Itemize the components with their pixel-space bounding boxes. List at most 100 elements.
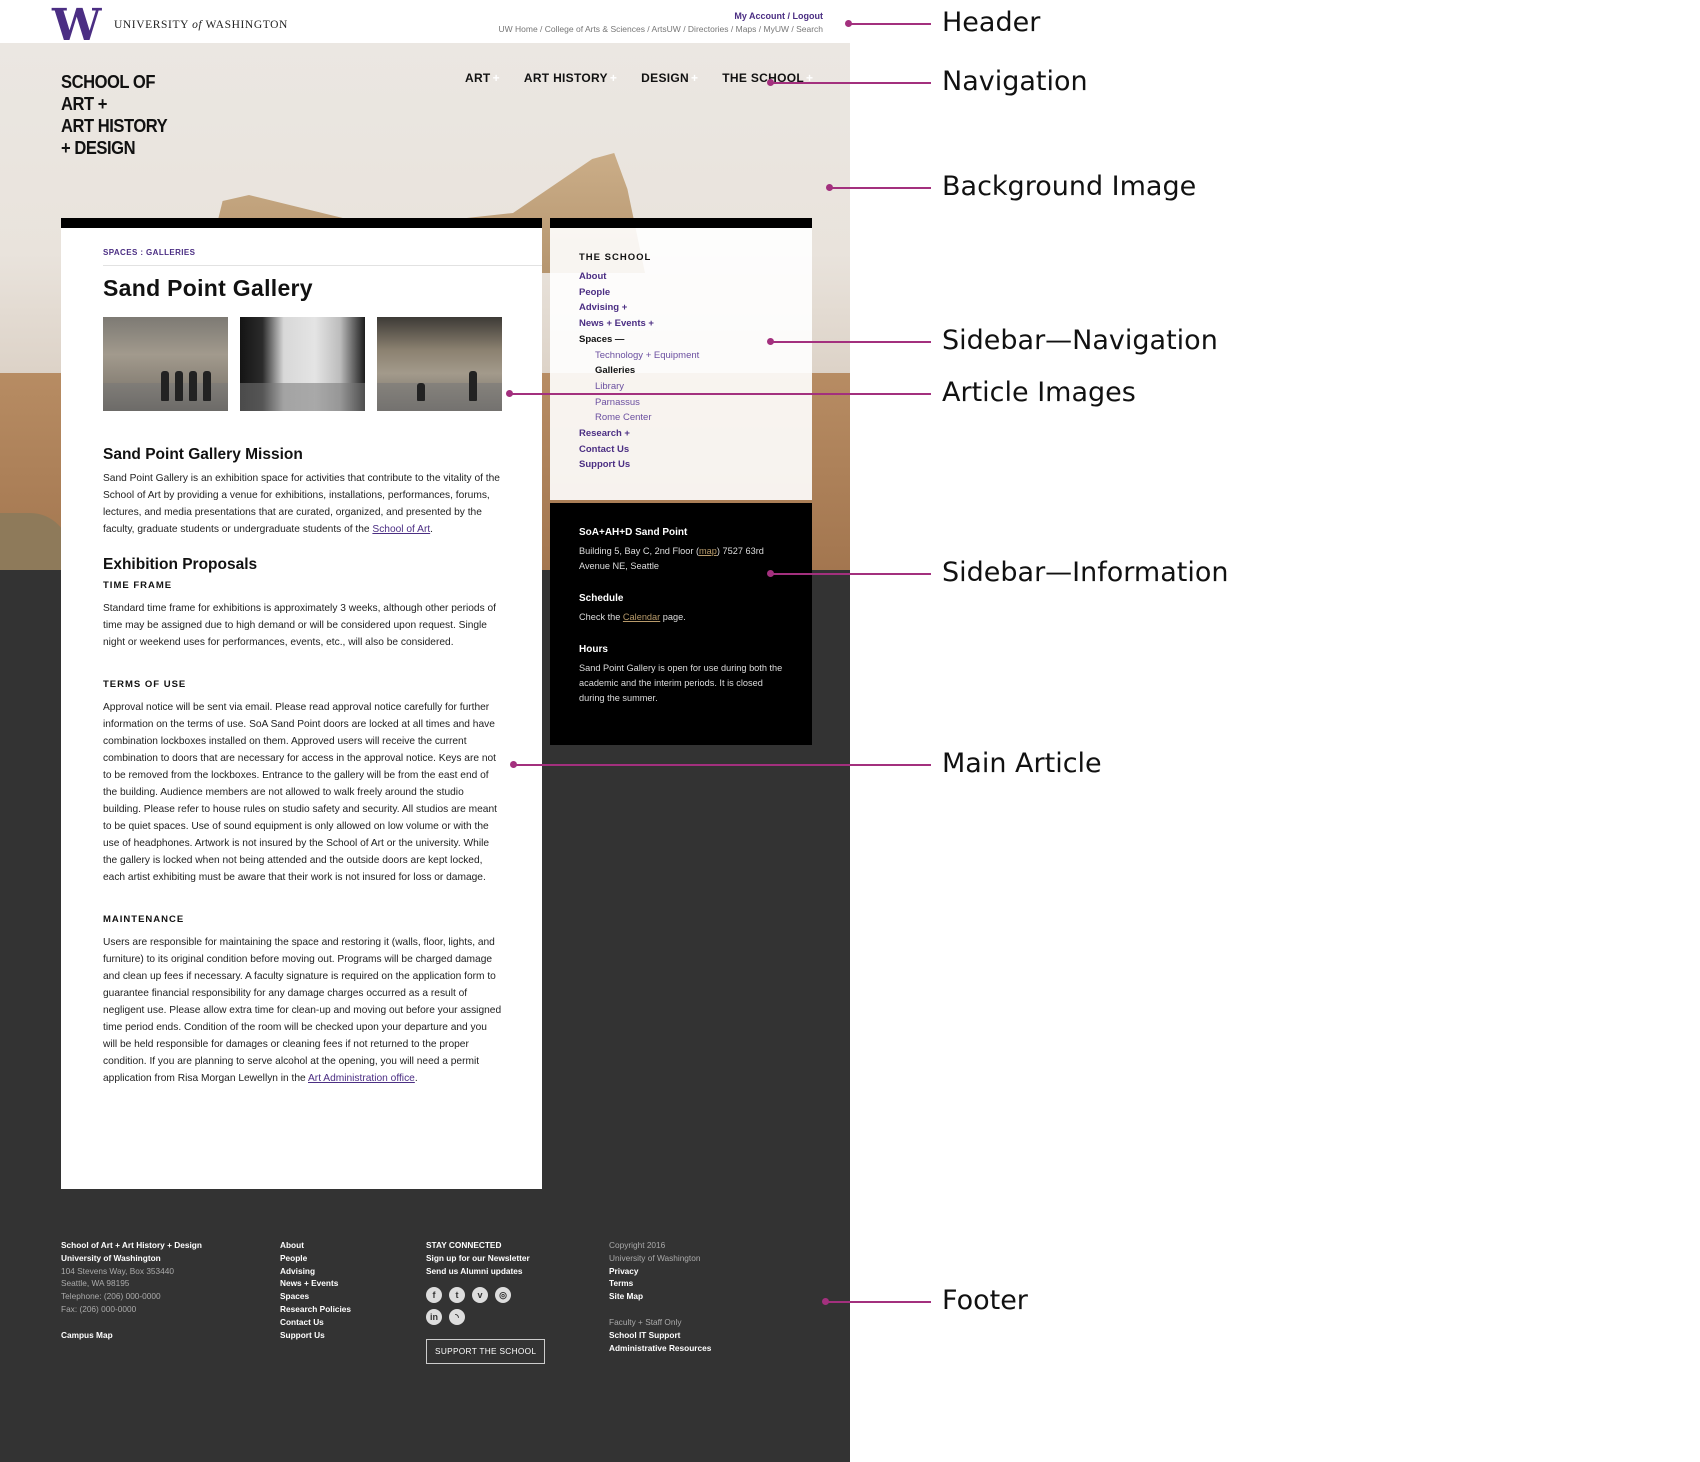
- footer-link[interactable]: About: [280, 1239, 351, 1252]
- footer-link[interactable]: Research Policies: [280, 1303, 351, 1316]
- footer-link[interactable]: Support Us: [280, 1329, 351, 1342]
- campus-map-link[interactable]: Campus Map: [61, 1329, 202, 1342]
- footer-link[interactable]: Contact Us: [280, 1316, 351, 1329]
- annotation-line: [516, 764, 931, 766]
- gallery-photo[interactable]: [240, 317, 365, 411]
- footer-link[interactable]: Spaces: [280, 1290, 351, 1303]
- faculty-staff-label: Faculty + Staff Only: [609, 1316, 682, 1327]
- article-body: Sand Point Gallery Mission Sand Point Ga…: [103, 446, 503, 1087]
- photo-figure: [203, 371, 211, 401]
- footer-address-line: 104 Stevens Way, Box 353440: [61, 1265, 175, 1276]
- uw-logo-icon[interactable]: W: [52, 4, 102, 48]
- sidebar-subitem-rome[interactable]: Rome Center: [579, 410, 812, 426]
- photo-figure: [161, 371, 169, 401]
- proposals-heading: Exhibition Proposals: [103, 556, 258, 573]
- main-navigation: ART + ART HISTORY + DESIGN + THE SCHOOL +: [465, 71, 813, 85]
- nav-label: DESIGN: [641, 71, 689, 85]
- facebook-icon[interactable]: f: [426, 1287, 442, 1304]
- timeframe-heading: TIME FRAME: [103, 580, 173, 591]
- vimeo-icon[interactable]: v: [472, 1287, 488, 1304]
- newsletter-link[interactable]: Sign up for our Newsletter: [426, 1252, 545, 1265]
- footer-social-column: STAY CONNECTED Sign up for our Newslette…: [426, 1239, 546, 1365]
- gallery-photo[interactable]: [377, 317, 502, 411]
- nav-item-design[interactable]: DESIGN +: [641, 71, 698, 85]
- terms-text: Approval notice will be sent via email. …: [103, 702, 497, 883]
- sidebar-item-people[interactable]: People: [579, 285, 812, 301]
- sidebar-item-research[interactable]: Research +: [579, 426, 812, 442]
- gallery-photo[interactable]: [103, 317, 228, 411]
- it-support-link[interactable]: School IT Support: [609, 1329, 711, 1342]
- social-icons: f t v ◎ in ◝: [426, 1287, 516, 1326]
- footer-legal-column: Copyright 2016 University of Washington …: [609, 1239, 711, 1354]
- rss-icon[interactable]: ◝: [449, 1309, 465, 1326]
- alumni-link[interactable]: Send us Alumni updates: [426, 1265, 545, 1278]
- footer-uw-text: University of Washington: [609, 1252, 701, 1263]
- sidebar-subitem-parnassus[interactable]: Parnassus: [579, 395, 812, 411]
- sidebar-item-contact[interactable]: Contact Us: [579, 442, 812, 458]
- annotation-label: Sidebar—Information: [942, 557, 1229, 588]
- footer-link[interactable]: News + Events: [280, 1277, 351, 1290]
- linkedin-icon[interactable]: in: [426, 1309, 442, 1326]
- annotation-label: Navigation: [942, 66, 1088, 97]
- page-title: Sand Point Gallery: [103, 275, 313, 301]
- maintenance-body: Users are responsible for maintaining th…: [103, 937, 502, 1084]
- photo-figure: [189, 371, 197, 401]
- utility-links[interactable]: UW Home / College of Arts & Sciences / A…: [499, 24, 824, 34]
- breadcrumb[interactable]: SPACES : GALLERIES: [103, 248, 542, 266]
- school-of-art-link[interactable]: School of Art: [372, 524, 430, 535]
- uw-name-end: WASHINGTON: [205, 19, 288, 31]
- privacy-link[interactable]: Privacy: [609, 1265, 711, 1278]
- annotation-label: Header: [942, 7, 1041, 38]
- uw-name-start: UNIVERSITY: [114, 19, 189, 31]
- schedule-pre: Check the: [579, 612, 623, 622]
- footer-link[interactable]: People: [280, 1252, 351, 1265]
- annotation-line: [773, 341, 931, 343]
- nav-label: ART HISTORY: [523, 71, 608, 85]
- admin-resources-link[interactable]: Administrative Resources: [609, 1342, 711, 1355]
- sidebar-item-support[interactable]: Support Us: [579, 457, 812, 473]
- timeframe-text: Standard time frame for exhibitions is a…: [103, 603, 496, 648]
- sidebar-information: SoA+AH+D Sand Point Building 5, Bay C, 2…: [550, 503, 812, 745]
- footer-links-column: About People Advising News + Events Spac…: [280, 1239, 351, 1341]
- photo-figure: [175, 371, 183, 401]
- twitter-icon[interactable]: t: [449, 1287, 465, 1304]
- annotation-line: [512, 393, 931, 395]
- footer-address-line: Seattle, WA 98195: [61, 1278, 130, 1289]
- sidebar-item-news[interactable]: News + Events +: [579, 316, 812, 332]
- nav-item-art-history[interactable]: ART HISTORY +: [524, 71, 617, 85]
- location-heading: SoA+AH+D Sand Point: [579, 527, 688, 538]
- logo-line: ART HISTORY: [61, 116, 168, 136]
- hours-text: Sand Point Gallery is open for use durin…: [579, 663, 783, 703]
- footer-link[interactable]: Advising: [280, 1265, 351, 1278]
- site-frame: W UNIVERSITY of WASHINGTON My Account / …: [0, 0, 850, 1462]
- calendar-link[interactable]: Calendar: [623, 612, 660, 622]
- footer-school-name: School of Art + Art History + Design: [61, 1240, 202, 1250]
- sidebar-subitem-technology[interactable]: Technology + Equipment: [579, 348, 812, 364]
- sidebar-item-about[interactable]: About: [579, 269, 812, 285]
- map-link[interactable]: map: [699, 546, 717, 556]
- support-the-school-button[interactable]: SUPPORT THE SCHOOL: [426, 1339, 546, 1365]
- school-logo[interactable]: SCHOOL OF ART + ART HISTORY + DESIGN: [61, 71, 168, 159]
- schedule-post: page.: [660, 612, 686, 622]
- maintenance-text: Users are responsible for maintaining th…: [103, 937, 502, 1084]
- sidebar-item-advising[interactable]: Advising +: [579, 300, 812, 316]
- art-admin-link[interactable]: Art Administration office: [308, 1073, 415, 1084]
- sitemap-link[interactable]: Site Map: [609, 1290, 711, 1303]
- plus-icon: +: [609, 71, 618, 85]
- instagram-icon[interactable]: ◎: [495, 1287, 511, 1304]
- account-links[interactable]: My Account / Logout: [734, 11, 823, 21]
- sidebar-heading: THE SCHOOL: [579, 252, 652, 263]
- sidebar-item-spaces[interactable]: Spaces —: [579, 332, 812, 348]
- sidebar-subitem-galleries[interactable]: Galleries: [579, 363, 812, 379]
- annotation-line: [773, 573, 931, 575]
- uw-name-of: of: [192, 19, 203, 31]
- uw-wordmark[interactable]: UNIVERSITY of WASHINGTON: [114, 19, 288, 31]
- terms-link[interactable]: Terms: [609, 1277, 711, 1290]
- photo-figure: [469, 371, 477, 401]
- hours-heading: Hours: [579, 644, 608, 655]
- article-images: [103, 317, 502, 411]
- nav-item-art[interactable]: ART +: [465, 71, 500, 85]
- main-article: SPACES : GALLERIES Sand Point Gallery Sa…: [61, 218, 542, 1189]
- annotation-label: Footer: [942, 1285, 1028, 1316]
- maintenance-heading: MAINTENANCE: [103, 914, 185, 925]
